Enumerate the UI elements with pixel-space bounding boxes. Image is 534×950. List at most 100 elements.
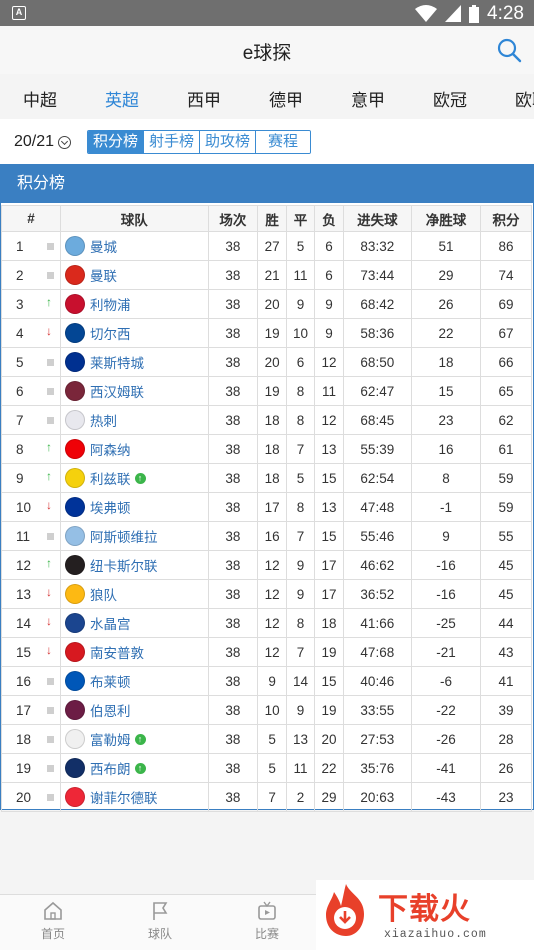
team-cell[interactable]: 伯恩利 <box>60 695 209 725</box>
table-row[interactable]: 7 热刺 38 18 8 12 68:45 23 62 <box>1 405 532 435</box>
played-cell: 38 <box>207 753 259 783</box>
nav-matches[interactable]: 比赛 <box>237 901 297 942</box>
team-crest-icon <box>65 236 85 256</box>
table-row[interactable]: 9 ↑ 利兹联 ↑ 38 18 5 15 62:54 8 59 <box>1 463 532 493</box>
team-name[interactable]: 狼队 <box>90 588 117 603</box>
team-name[interactable]: 富勒姆 <box>90 733 131 748</box>
goals-cell: 36:52 <box>342 579 412 609</box>
points-cell: 74 <box>480 260 532 290</box>
team-cell[interactable]: 谢菲尔德联 <box>60 782 209 812</box>
team-cell[interactable]: 阿斯顿维拉 <box>60 521 209 551</box>
table-row[interactable]: 1 曼城 38 27 5 6 83:32 51 86 <box>1 231 532 261</box>
team-name[interactable]: 切尔西 <box>90 327 131 342</box>
played-cell: 38 <box>207 521 259 551</box>
table-row[interactable]: 2 曼联 38 21 11 6 73:44 29 74 <box>1 260 532 290</box>
team-name[interactable]: 莱斯特城 <box>90 356 144 371</box>
team-name[interactable]: 曼城 <box>90 240 117 255</box>
table-row[interactable]: 14 ↓ 水晶宫 38 12 8 18 41:66 -25 44 <box>1 608 532 638</box>
table-row[interactable]: 18 富勒姆 ↑ 38 5 13 20 27:53 -26 28 <box>1 724 532 754</box>
tab-champions-league[interactable]: 欧冠 <box>433 86 467 111</box>
rank-cell: 17 <box>1 695 61 725</box>
table-row[interactable]: 4 ↓ 切尔西 38 19 10 9 58:36 22 67 <box>1 318 532 348</box>
team-name[interactable]: 阿森纳 <box>90 443 131 458</box>
search-icon[interactable] <box>496 37 522 63</box>
team-cell[interactable]: 狼队 <box>60 579 209 609</box>
table-row[interactable]: 8 ↑ 阿森纳 38 18 7 13 55:39 16 61 <box>1 434 532 464</box>
table-row[interactable]: 6 西汉姆联 38 19 8 11 62:47 15 65 <box>1 376 532 406</box>
team-cell[interactable]: 利兹联 ↑ <box>60 463 209 493</box>
team-name[interactable]: 西汉姆联 <box>90 385 144 400</box>
table-row[interactable]: 16 布莱顿 38 9 14 15 40:46 -6 41 <box>1 666 532 696</box>
trend-up-icon: ↑ <box>46 556 52 570</box>
tab-europa-league[interactable]: 欧联 <box>515 86 534 111</box>
team-name[interactable]: 西布朗 <box>90 762 131 777</box>
team-name[interactable]: 利兹联 <box>90 472 131 487</box>
team-name[interactable]: 谢菲尔德联 <box>90 791 158 806</box>
table-row[interactable]: 12 ↑ 纽卡斯尔联 38 12 9 17 46:62 -16 45 <box>1 550 532 580</box>
team-cell[interactable]: 莱斯特城 <box>60 347 209 377</box>
team-cell[interactable]: 布莱顿 <box>60 666 209 696</box>
segment-scorers[interactable]: 射手榜 <box>144 131 201 153</box>
segment-standings[interactable]: 积分榜 <box>88 131 145 153</box>
team-cell[interactable]: 曼联 <box>60 260 209 290</box>
trend-down-icon: ↓ <box>46 643 52 657</box>
table-row[interactable]: 15 ↓ 南安普敦 38 12 7 19 47:68 -21 43 <box>1 637 532 667</box>
team-name[interactable]: 曼联 <box>90 269 117 284</box>
team-cell[interactable]: 曼城 <box>60 231 209 261</box>
segment-fixtures[interactable]: 赛程 <box>256 131 311 153</box>
wifi-icon <box>415 5 438 22</box>
team-cell[interactable]: 切尔西 <box>60 318 209 348</box>
points-cell: 28 <box>480 724 532 754</box>
tab-serie-a[interactable]: 意甲 <box>351 86 385 111</box>
tab-premier-league[interactable]: 英超 <box>105 86 139 111</box>
tab-csl[interactable]: 中超 <box>23 86 57 111</box>
rank-cell: 20 <box>1 782 61 812</box>
segment-assists[interactable]: 助攻榜 <box>200 131 257 153</box>
draws-cell: 2 <box>285 782 316 812</box>
team-name[interactable]: 纽卡斯尔联 <box>90 559 158 574</box>
team-cell[interactable]: 利物浦 <box>60 289 209 319</box>
team-cell[interactable]: 西汉姆联 <box>60 376 209 406</box>
table-row[interactable]: 20 谢菲尔德联 38 7 2 29 20:63 -43 23 <box>1 782 532 812</box>
team-cell[interactable]: 富勒姆 ↑ <box>60 724 209 754</box>
nav-home[interactable]: 首页 <box>23 901 83 942</box>
tab-la-liga[interactable]: 西甲 <box>187 86 221 111</box>
team-name[interactable]: 水晶宫 <box>90 617 131 632</box>
played-cell: 38 <box>207 666 259 696</box>
draws-cell: 11 <box>285 753 316 783</box>
tab-bundesliga[interactable]: 德甲 <box>269 86 303 111</box>
team-name[interactable]: 布莱顿 <box>90 675 131 690</box>
signal-icon <box>445 5 462 22</box>
team-cell[interactable]: 热刺 <box>60 405 209 435</box>
team-cell[interactable]: 西布朗 ↑ <box>60 753 209 783</box>
losses-cell: 12 <box>314 405 344 435</box>
team-cell[interactable]: 阿森纳 <box>60 434 209 464</box>
table-row[interactable]: 3 ↑ 利物浦 38 20 9 9 68:42 26 69 <box>1 289 532 319</box>
rank-value: 7 <box>16 412 24 428</box>
rank-value: 4 <box>16 325 24 341</box>
losses-cell: 15 <box>314 666 344 696</box>
table-row[interactable]: 17 伯恩利 38 10 9 19 33:55 -22 39 <box>1 695 532 725</box>
team-name[interactable]: 埃弗顿 <box>90 501 131 516</box>
table-row[interactable]: 19 西布朗 ↑ 38 5 11 22 35:76 -41 26 <box>1 753 532 783</box>
team-name[interactable]: 阿斯顿维拉 <box>90 530 158 545</box>
team-name[interactable]: 南安普敦 <box>90 646 144 661</box>
team-crest-icon <box>65 439 85 459</box>
team-name[interactable]: 热刺 <box>90 414 117 429</box>
team-cell[interactable]: 水晶宫 <box>60 608 209 638</box>
wins-cell: 10 <box>257 695 287 725</box>
table-row[interactable]: 13 ↓ 狼队 38 12 9 17 36:52 -16 45 <box>1 579 532 609</box>
table-row[interactable]: 5 莱斯特城 38 20 6 12 68:50 18 66 <box>1 347 532 377</box>
rank-cell: 6 <box>1 376 61 406</box>
table-row[interactable]: 10 ↓ 埃弗顿 38 17 8 13 47:48 -1 59 <box>1 492 532 522</box>
goal-diff-cell: -43 <box>410 782 482 812</box>
table-row[interactable]: 11 阿斯顿维拉 38 16 7 15 55:46 9 55 <box>1 521 532 551</box>
team-name[interactable]: 利物浦 <box>90 298 131 313</box>
team-cell[interactable]: 南安普敦 <box>60 637 209 667</box>
season-selector[interactable]: 20/21 <box>14 133 72 151</box>
standings-table: # 球队 场次 胜 平 负 进失球 净胜球 积分 1 曼城 38 27 5 6 83:32 5… <box>1 205 532 812</box>
team-cell[interactable]: 埃弗顿 <box>60 492 209 522</box>
team-name[interactable]: 伯恩利 <box>90 704 131 719</box>
nav-teams[interactable]: 球队 <box>130 901 190 942</box>
team-cell[interactable]: 纽卡斯尔联 <box>60 550 209 580</box>
